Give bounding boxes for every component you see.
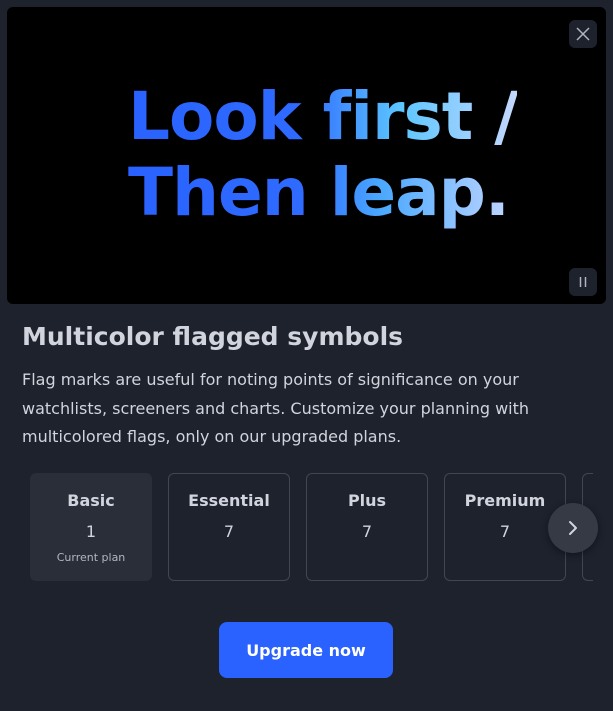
close-icon [576, 27, 590, 41]
close-button[interactable] [569, 20, 597, 48]
upgrade-now-button[interactable]: Upgrade now [219, 622, 393, 678]
plan-value: 7 [223, 522, 235, 541]
headline-line-2: Then leap. [128, 155, 517, 231]
plan-card-basic[interactable]: Basic 1 Current plan [30, 473, 152, 581]
plan-card-essential[interactable]: Essential 7 [168, 473, 290, 581]
headline-line-1: Look first / [128, 78, 518, 155]
plan-value: 7 [499, 522, 511, 541]
scroll-next-button[interactable] [548, 503, 598, 553]
promo-banner: Look first / Then leap. [7, 7, 606, 304]
current-plan-label: Current plan [56, 551, 126, 564]
pause-button[interactable] [569, 268, 597, 296]
dialog-title: Multicolor flagged symbols [22, 322, 404, 351]
chevron-right-icon [569, 521, 577, 535]
plan-card-plus[interactable]: Plus 7 [306, 473, 428, 581]
pause-icon [579, 277, 587, 287]
plan-value: 7 [361, 522, 373, 541]
plan-name: Plus [347, 491, 387, 510]
plan-name: Essential [188, 491, 270, 510]
plan-name: Basic [67, 491, 115, 510]
banner-headline: Look first / Then leap. [128, 78, 518, 231]
plan-value: 1 [85, 522, 97, 541]
dialog-description: Flag marks are useful for noting points … [22, 370, 530, 446]
plan-name: Premium [464, 491, 546, 510]
plan-list: Basic 1 Current plan Essential 7 Plus 7 … [30, 473, 593, 581]
